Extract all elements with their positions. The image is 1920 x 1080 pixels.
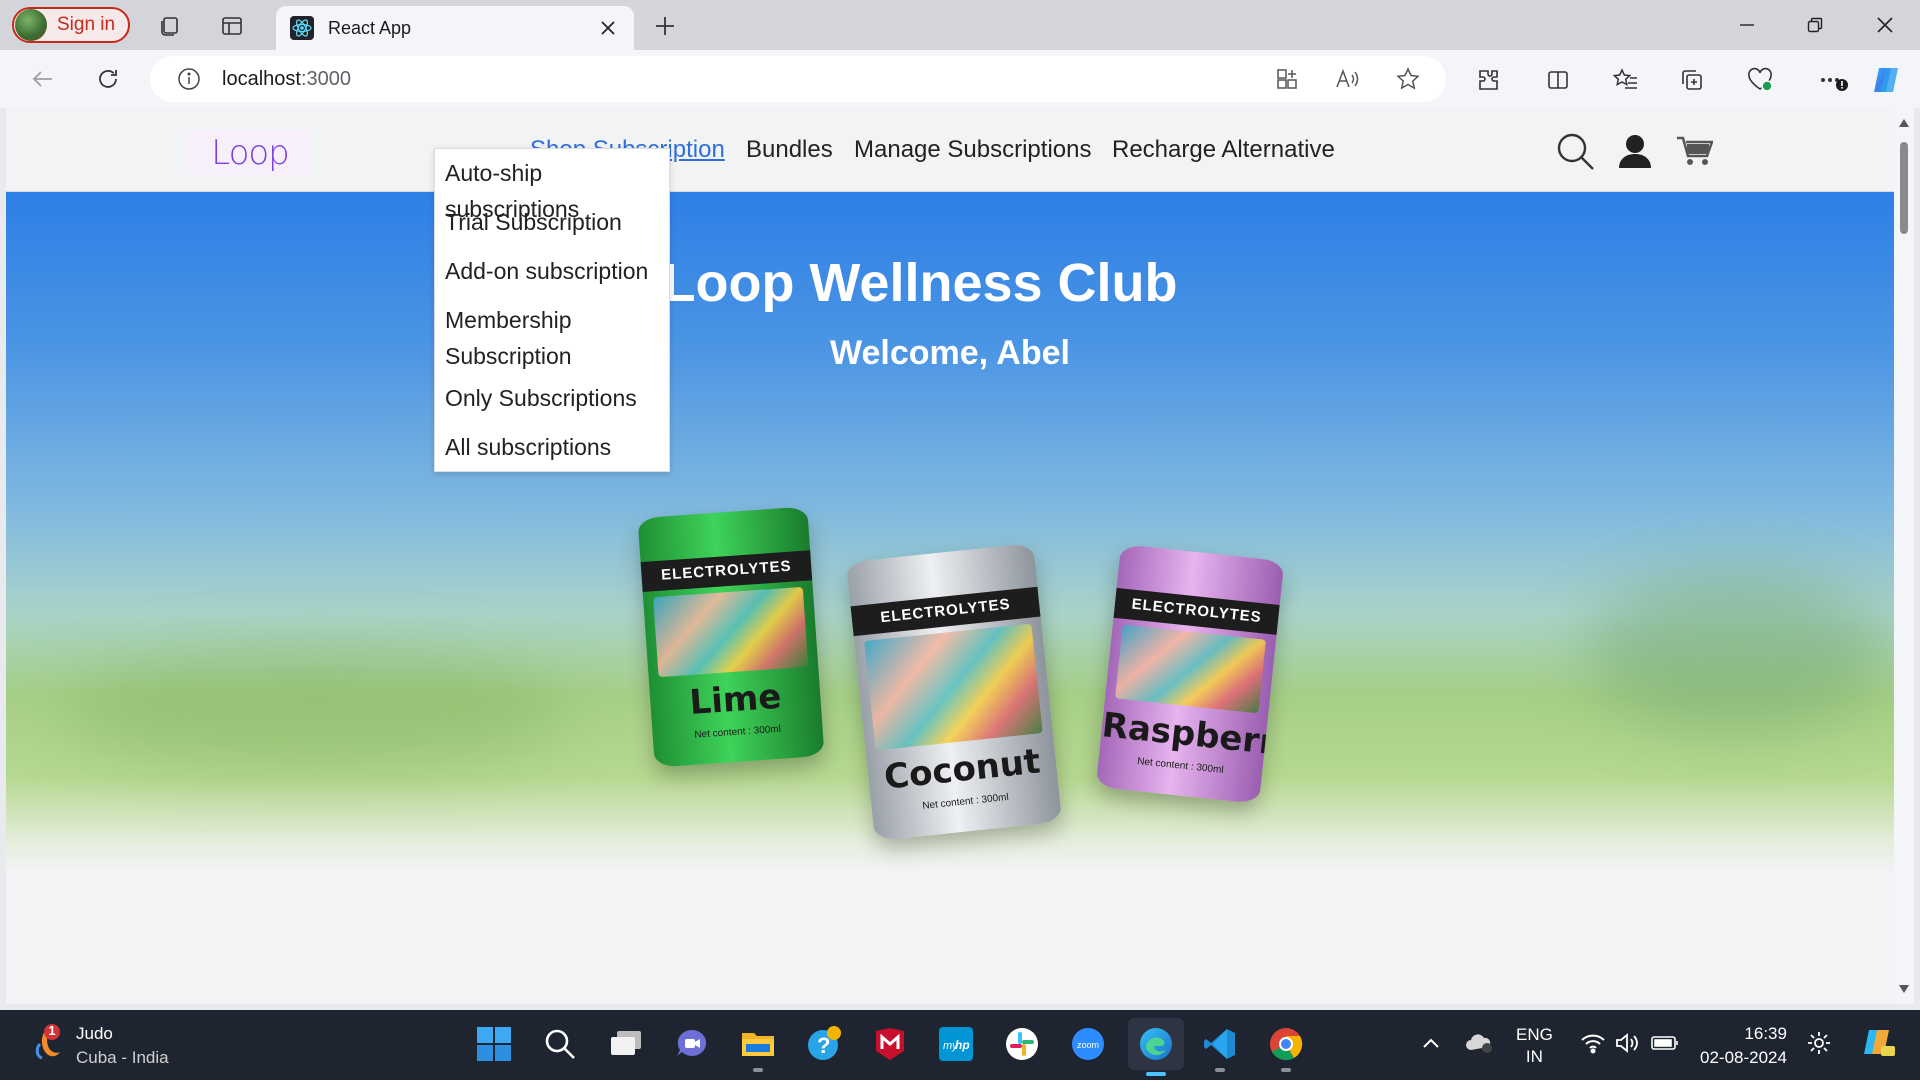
can-lime: ELECTROLYTES Lime Net content : 300ml — [637, 506, 825, 768]
browser-toolbar: localhost:3000 — [0, 50, 1920, 108]
favorite-star-icon[interactable] — [1393, 64, 1423, 94]
volume-icon[interactable] — [1612, 1028, 1642, 1058]
react-favicon-icon — [290, 16, 314, 40]
start-menu-icon[interactable] — [472, 1022, 516, 1066]
shop-subscription-dropdown: Auto-ship subscriptions Trial Subscripti… — [434, 148, 670, 472]
hero-subtitle: Welcome, Abel — [830, 334, 1070, 372]
browser-essentials-icon[interactable] — [1744, 64, 1776, 96]
mcafee-icon[interactable] — [868, 1022, 912, 1066]
nav-recharge-alternative[interactable]: Recharge Alternative — [1112, 136, 1335, 164]
can-name: Lime — [688, 676, 783, 724]
extensions-icon[interactable] — [1472, 64, 1504, 96]
slack-icon[interactable] — [1000, 1022, 1044, 1066]
minimize-icon[interactable] — [1724, 8, 1770, 42]
copilot-taskbar-icon[interactable] — [1858, 1028, 1898, 1058]
collections-icon[interactable] — [1676, 64, 1708, 96]
user-account-icon[interactable] — [1612, 128, 1658, 174]
onedrive-icon[interactable] — [1464, 1028, 1494, 1058]
site-logo[interactable]: Loop — [188, 130, 312, 176]
wifi-icon[interactable] — [1578, 1028, 1608, 1058]
page-viewport: Loop Wellness Club Welcome, Abel ELECTRO… — [6, 108, 1894, 1004]
restore-icon[interactable] — [1792, 8, 1838, 42]
zoom-icon[interactable]: zoom — [1066, 1022, 1110, 1066]
hero-banner: Loop Wellness Club Welcome, Abel ELECTRO… — [6, 192, 1894, 872]
taskbar-search-icon[interactable] — [538, 1022, 582, 1066]
svg-text:hp: hp — [955, 1038, 970, 1052]
windows-taskbar: 1 Judo Cuba - India ? my hp zoom ENG IN … — [0, 1010, 1920, 1080]
dropdown-item-only-subscriptions[interactable]: Only Subscriptions — [445, 380, 665, 416]
address-bar[interactable]: localhost:3000 — [150, 56, 1446, 102]
weather-badge: 1 — [48, 1023, 56, 1038]
can-name: Raspberry — [1100, 705, 1285, 766]
workspaces-icon[interactable] — [154, 10, 186, 42]
profile-signin-button[interactable]: Sign in — [12, 7, 130, 43]
hero-title: Loop Wellness Club — [662, 253, 1178, 313]
vscode-icon[interactable] — [1198, 1022, 1242, 1072]
myhp-icon[interactable]: my hp — [934, 1022, 978, 1066]
page-scrollbar[interactable] — [1894, 108, 1914, 1004]
weather-widget-icon[interactable]: 1 — [30, 1023, 66, 1062]
show-hidden-icons-chevron-icon[interactable] — [1416, 1028, 1446, 1058]
task-view-icon[interactable] — [604, 1022, 648, 1066]
file-explorer-icon[interactable] — [736, 1022, 780, 1072]
search-icon[interactable] — [1552, 128, 1598, 174]
svg-text:zoom: zoom — [1077, 1040, 1099, 1050]
app-available-icon[interactable] — [1272, 64, 1302, 94]
system-clock[interactable]: 16:39 02-08-2024 — [1700, 1022, 1787, 1070]
can-coconut: ELECTROLYTES Coconut Net content : 300ml — [845, 542, 1063, 842]
get-help-icon[interactable]: ? — [802, 1022, 846, 1066]
weather-widget[interactable]: Judo Cuba - India — [76, 1022, 169, 1070]
tab-actions-icon[interactable] — [216, 10, 248, 42]
tab-title: React App — [328, 17, 412, 38]
cart-icon[interactable] — [1672, 128, 1718, 174]
teams-chat-icon[interactable] — [670, 1022, 714, 1066]
dropdown-item-addon[interactable]: Add-on subscription — [445, 253, 665, 289]
split-screen-icon[interactable] — [1542, 64, 1574, 96]
site-info-icon[interactable] — [176, 66, 202, 92]
nav-manage-subscriptions[interactable]: Manage Subscriptions — [854, 136, 1091, 164]
read-aloud-icon[interactable] — [1333, 64, 1363, 94]
dropdown-item-all-subscriptions[interactable]: All subscriptions — [445, 429, 665, 465]
notification-settings-icon[interactable] — [1804, 1028, 1834, 1058]
dropdown-item-membership[interactable]: Membership Subscription — [445, 302, 595, 374]
more-options-icon[interactable] — [1818, 64, 1850, 96]
reload-icon[interactable] — [89, 60, 127, 98]
battery-icon[interactable] — [1650, 1028, 1680, 1058]
tab-react-app[interactable]: React App — [276, 6, 634, 50]
site-header: Loop Shop Subscription Bundles Manage Su… — [6, 108, 1894, 472]
chrome-icon[interactable] — [1264, 1022, 1308, 1072]
scrollbar-thumb[interactable] — [1900, 142, 1908, 234]
dropdown-item-trial[interactable]: Trial Subscription — [445, 204, 665, 240]
new-tab-button[interactable] — [648, 10, 682, 42]
close-tab-icon[interactable] — [594, 14, 622, 42]
nav-bundles[interactable]: Bundles — [746, 136, 833, 164]
browser-tab-strip: Sign in React App — [0, 0, 1920, 50]
profile-avatar — [15, 9, 47, 41]
can-raspberry: ELECTROLYTES Raspberry Net content : 300… — [1095, 544, 1285, 804]
favorites-list-icon[interactable] — [1610, 64, 1642, 96]
language-indicator[interactable]: ENG IN — [1516, 1024, 1553, 1068]
close-window-icon[interactable] — [1862, 8, 1908, 42]
edge-browser-icon[interactable] — [1128, 1018, 1184, 1076]
profile-signin-label: Sign in — [57, 14, 116, 35]
url-text: localhost:3000 — [222, 67, 351, 90]
back-arrow-icon[interactable] — [24, 60, 62, 98]
copilot-icon[interactable] — [1870, 64, 1902, 96]
